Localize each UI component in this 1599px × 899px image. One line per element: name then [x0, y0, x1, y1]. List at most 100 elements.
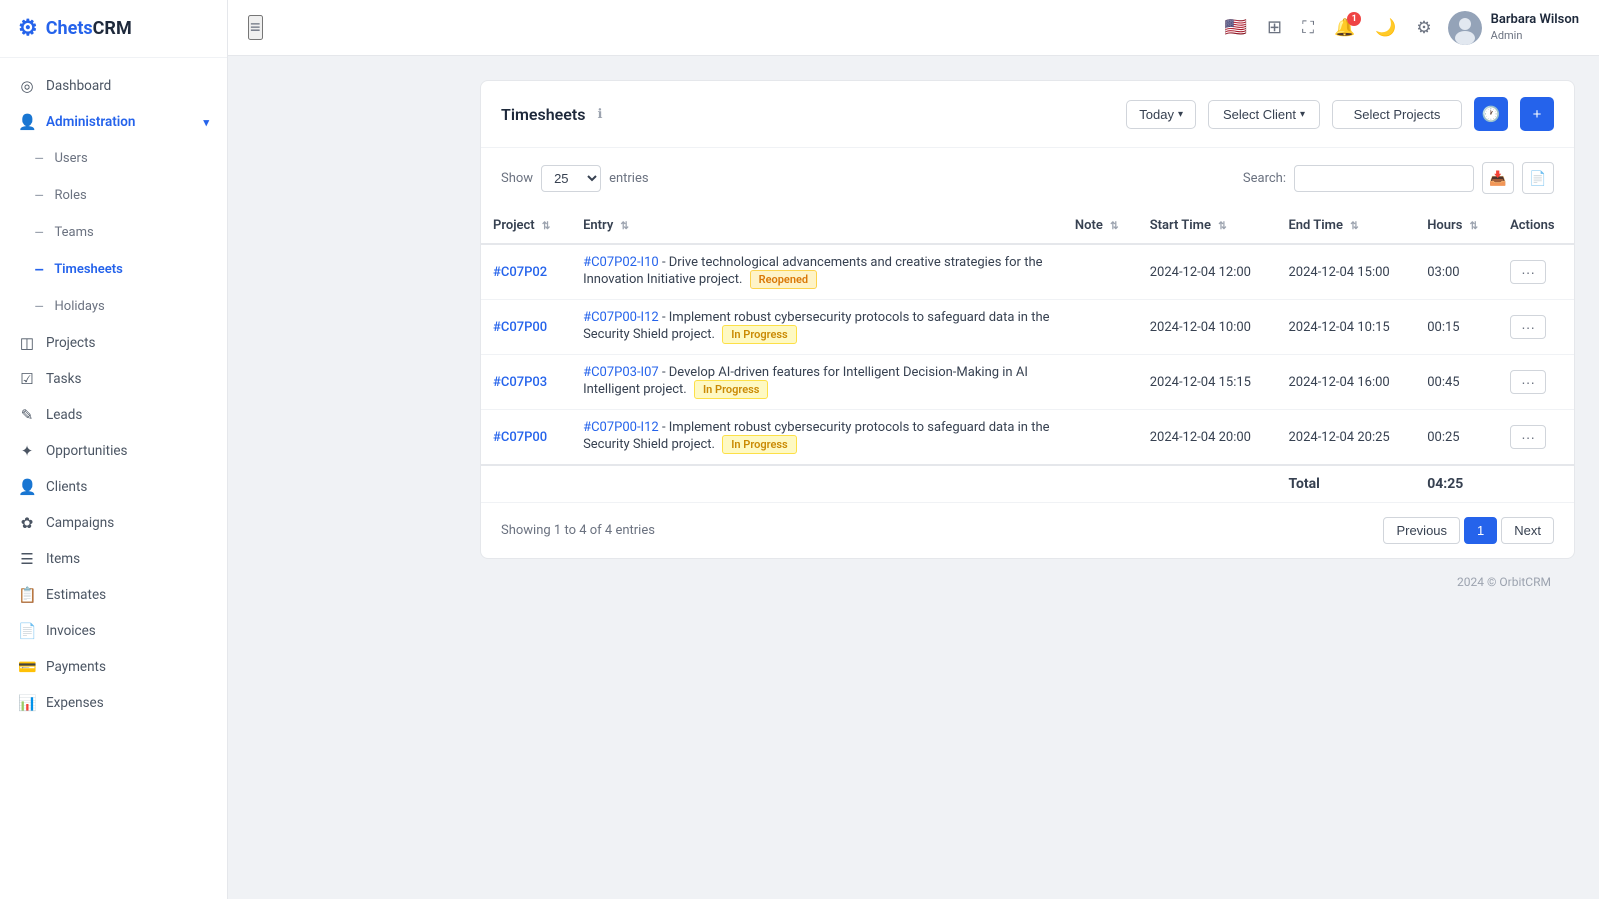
previous-button[interactable]: Previous — [1383, 517, 1460, 544]
entry-link[interactable]: #C07P00-I12 — [583, 310, 659, 325]
col-start-time[interactable]: Start Time ⇅ — [1138, 208, 1277, 244]
sidebar-item-items[interactable]: ☰ Items — [0, 541, 227, 577]
sidebar-item-teams[interactable]: – Teams — [0, 214, 227, 251]
sidebar-item-dashboard[interactable]: ◎ Dashboard — [0, 68, 227, 104]
col-start-label: Start Time — [1150, 218, 1211, 233]
entry-cell: #C07P02-I10 - Drive technological advanc… — [571, 244, 1063, 300]
sidebar-item-leads[interactable]: ✎ Leads — [0, 397, 227, 433]
payments-icon: 💳 — [18, 658, 36, 676]
col-note[interactable]: Note ⇅ — [1063, 208, 1138, 244]
select-client-label: Select Client — [1223, 107, 1296, 122]
select-client-button[interactable]: Select Client ▾ — [1208, 100, 1320, 129]
select-projects-button[interactable]: Select Projects — [1332, 100, 1462, 129]
sidebar-item-projects[interactable]: ◫ Projects — [0, 325, 227, 361]
sort-icon: ⇅ — [1218, 221, 1226, 232]
admin-icon: 👤 — [18, 113, 36, 131]
sidebar-item-opportunities[interactable]: ✦ Opportunities — [0, 433, 227, 469]
search-input[interactable] — [1294, 165, 1474, 192]
end-time-cell: 2024-12-04 15:00 — [1276, 244, 1415, 300]
status-badge: In Progress — [722, 325, 796, 344]
sidebar-item-expenses[interactable]: 📊 Expenses — [0, 685, 227, 721]
start-time-cell: 2024-12-04 20:00 — [1138, 410, 1277, 466]
settings-icon[interactable]: ⚙ — [1412, 14, 1435, 42]
sidebar-item-campaigns[interactable]: ✿ Campaigns — [0, 505, 227, 541]
today-button[interactable]: Today ▾ — [1126, 100, 1196, 129]
start-time-cell: 2024-12-04 12:00 — [1138, 244, 1277, 300]
dash-icon: – — [34, 149, 45, 168]
total-row: Total 04:25 — [481, 465, 1574, 502]
dash-icon: – — [34, 297, 45, 316]
clock-button[interactable]: 🕐 — [1474, 97, 1508, 131]
export-csv-button[interactable]: 📥 — [1482, 162, 1514, 194]
grid-icon[interactable]: ⊞ — [1263, 13, 1286, 42]
sidebar-item-label: Estimates — [46, 587, 106, 603]
logo-area[interactable]: ⚙ ChetsCRM — [0, 0, 227, 58]
total-empty — [1138, 465, 1277, 502]
col-project[interactable]: Project ⇅ — [481, 208, 571, 244]
dark-mode-icon[interactable]: 🌙 — [1371, 14, 1400, 42]
sidebar: ⚙ ChetsCRM ◎ Dashboard 👤 Administration … — [0, 0, 228, 899]
sidebar-item-invoices[interactable]: 📄 Invoices — [0, 613, 227, 649]
row-actions-button[interactable]: ··· — [1510, 315, 1546, 339]
search-area: Search: 📥 📄 — [1243, 162, 1554, 194]
col-end-time[interactable]: End Time ⇅ — [1276, 208, 1415, 244]
col-entry[interactable]: Entry ⇅ — [571, 208, 1063, 244]
main-content: Timesheets ℹ Today ▾ Select Client ▾ Sel… — [456, 56, 1599, 899]
hours-cell: 00:45 — [1415, 355, 1498, 410]
pdf-icon: 📄 — [1529, 170, 1546, 187]
user-area[interactable]: Barbara Wilson Admin — [1448, 11, 1579, 45]
clock-icon: 🕐 — [1482, 105, 1501, 123]
entry-cell: #C07P00-I12 - Implement robust cybersecu… — [571, 300, 1063, 355]
sidebar-item-label: Projects — [46, 335, 96, 351]
sidebar-item-label: Expenses — [46, 695, 104, 711]
entry-link[interactable]: #C07P02-I10 — [583, 255, 659, 270]
status-badge: In Progress — [722, 435, 796, 454]
select-projects-label: Select Projects — [1354, 107, 1441, 122]
notification-icon[interactable]: 🔔 1 — [1330, 14, 1359, 42]
info-icon[interactable]: ℹ — [597, 107, 602, 122]
next-button[interactable]: Next — [1501, 517, 1554, 544]
status-badge: Reopened — [750, 270, 818, 289]
table-header: Project ⇅ Entry ⇅ Note ⇅ Start Time — [481, 208, 1574, 244]
export-pdf-button[interactable]: 📄 — [1522, 162, 1554, 194]
col-hours[interactable]: Hours ⇅ — [1415, 208, 1498, 244]
logo-text: ChetsCRM — [46, 18, 132, 39]
hamburger-button[interactable]: ≡ — [248, 15, 263, 40]
sidebar-nav: ◎ Dashboard 👤 Administration ▾ – Users –… — [0, 58, 227, 899]
sidebar-item-label: Holidays — [55, 299, 105, 314]
sidebar-item-timesheets[interactable]: – Timesheets — [0, 251, 227, 288]
search-label: Search: — [1243, 171, 1286, 186]
total-hours: 04:25 — [1415, 465, 1498, 502]
row-actions-button[interactable]: ··· — [1510, 425, 1546, 449]
project-link[interactable]: #C07P00 — [493, 430, 547, 445]
sidebar-item-roles[interactable]: – Roles — [0, 177, 227, 214]
entries-select[interactable]: 25 10 50 100 — [541, 165, 601, 192]
sidebar-item-estimates[interactable]: 📋 Estimates — [0, 577, 227, 613]
today-label: Today — [1139, 107, 1174, 122]
sidebar-item-label: Invoices — [46, 623, 96, 639]
end-time-cell: 2024-12-04 10:15 — [1276, 300, 1415, 355]
row-actions-button[interactable]: ··· — [1510, 370, 1546, 394]
entry-link[interactable]: #C07P00-I12 — [583, 420, 659, 435]
note-cell — [1063, 355, 1138, 410]
sidebar-item-clients[interactable]: 👤 Clients — [0, 469, 227, 505]
sidebar-item-holidays[interactable]: – Holidays — [0, 288, 227, 325]
project-cell: #C07P03 — [481, 355, 571, 410]
project-link[interactable]: #C07P03 — [493, 375, 547, 390]
sidebar-item-payments[interactable]: 💳 Payments — [0, 649, 227, 685]
entry-link[interactable]: #C07P03-I07 — [583, 365, 659, 380]
page-1-button[interactable]: 1 — [1464, 517, 1497, 544]
sidebar-item-users[interactable]: – Users — [0, 140, 227, 177]
chevron-down-icon: ▾ — [1300, 109, 1305, 120]
table-row: #C07P00 #C07P00-I12 - Implement robust c… — [481, 300, 1574, 355]
sidebar-item-administration[interactable]: 👤 Administration ▾ — [0, 104, 227, 140]
sidebar-item-tasks[interactable]: ☑ Tasks — [0, 361, 227, 397]
row-actions-button[interactable]: ··· — [1510, 260, 1546, 284]
language-flag-icon[interactable]: 🇺🇸 — [1221, 13, 1251, 42]
hours-cell: 00:15 — [1415, 300, 1498, 355]
actions-cell: ··· — [1498, 355, 1574, 410]
add-timesheet-button[interactable]: + — [1520, 97, 1554, 131]
project-link[interactable]: #C07P00 — [493, 320, 547, 335]
fullscreen-icon[interactable]: ⛶ — [1298, 14, 1318, 42]
project-link[interactable]: #C07P02 — [493, 265, 547, 280]
